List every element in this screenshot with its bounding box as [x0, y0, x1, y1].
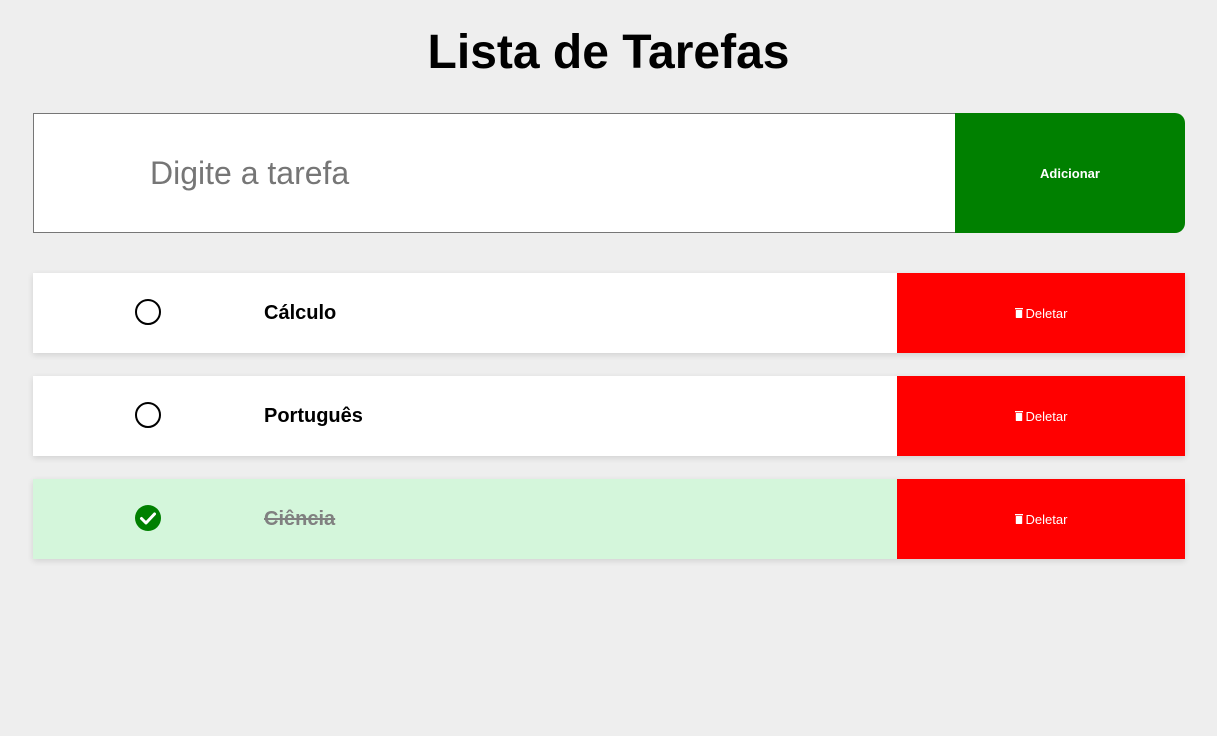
task-item: Português Deletar	[33, 376, 1185, 456]
trash-icon	[1014, 308, 1023, 318]
delete-label: Deletar	[1025, 408, 1068, 424]
circle-icon	[135, 299, 161, 325]
task-label: Cálculo	[264, 302, 337, 324]
add-button[interactable]: Adicionar	[955, 113, 1185, 233]
delete-label: Deletar	[1025, 305, 1068, 321]
page-title: Lista de Tarefas	[427, 26, 790, 79]
delete-button[interactable]: Deletar	[897, 273, 1185, 353]
task-list: Cálculo Deletar Português Deletar Ciênci…	[33, 273, 1185, 582]
task-toggle[interactable]	[135, 505, 161, 531]
circle-icon	[135, 402, 161, 428]
task-input[interactable]	[33, 113, 955, 233]
trash-icon	[1014, 411, 1023, 421]
delete-button[interactable]: Deletar	[897, 479, 1185, 559]
task-toggle[interactable]	[135, 402, 161, 428]
delete-button[interactable]: Deletar	[897, 376, 1185, 456]
check-circle-icon	[135, 505, 161, 531]
delete-label: Deletar	[1025, 511, 1068, 527]
add-task-form: Adicionar	[33, 113, 1185, 233]
task-label: Português	[264, 405, 363, 427]
task-item: Ciência Deletar	[33, 479, 1185, 559]
task-item: Cálculo Deletar	[33, 273, 1185, 353]
task-toggle[interactable]	[135, 299, 161, 325]
task-label: Ciência	[264, 508, 336, 530]
trash-icon	[1014, 514, 1023, 524]
